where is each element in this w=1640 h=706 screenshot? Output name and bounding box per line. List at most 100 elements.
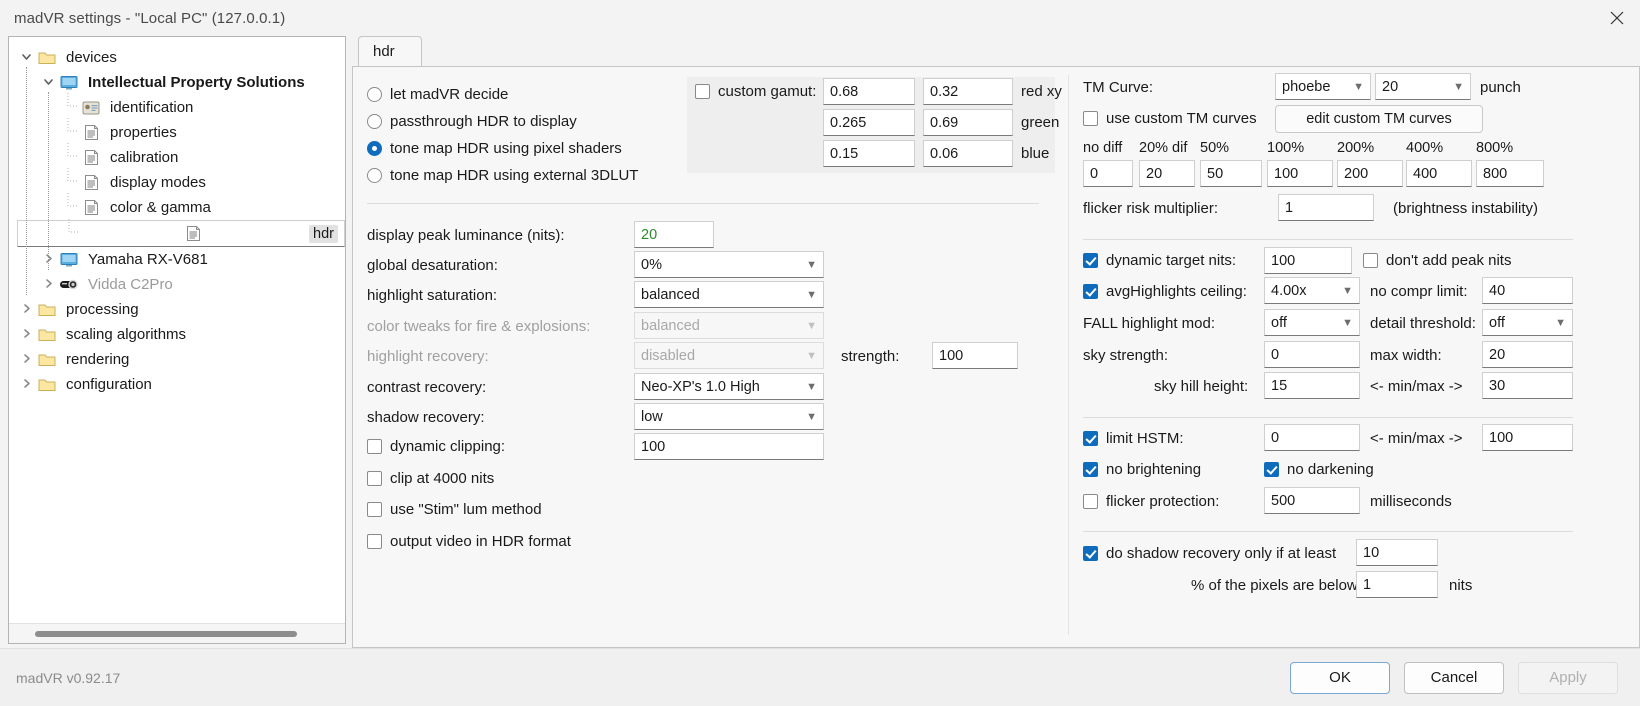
chevron-down-icon[interactable] [17,49,36,66]
output-hdr-format-row[interactable]: output video in HDR format [367,533,571,550]
tree-item-properties[interactable]: properties [17,120,345,145]
chevron-right-icon[interactable] [17,301,36,318]
gamut-red-x[interactable]: 0.68 [823,78,915,105]
hdr-mode-option-0[interactable]: let madVR decide [367,81,677,108]
dynamic-target-nits-checkbox[interactable] [1083,253,1098,268]
chevron-right-icon[interactable] [39,276,58,293]
tree-item-color-gamma[interactable]: color & gamma [17,195,345,220]
tm-column-input-2[interactable]: 50 [1200,160,1262,187]
cancel-button[interactable]: Cancel [1404,662,1504,694]
limit-hstm-min-input[interactable]: 0 [1264,424,1360,451]
dynamic-clipping-checkbox[interactable] [367,439,382,454]
radio-tone-map-pixel-shaders[interactable] [367,141,382,156]
use-custom-tm-curves-checkbox[interactable] [1083,111,1098,126]
no-brightening-checkbox[interactable] [1083,462,1098,477]
no-darkening-checkbox[interactable] [1264,462,1279,477]
chevron-down-icon[interactable] [39,74,58,91]
chevron-right-icon[interactable] [17,376,36,393]
tm-column-input-3[interactable]: 100 [1267,160,1333,187]
sky-hill-height-input[interactable]: 15 [1264,372,1360,399]
chevron-right-icon[interactable] [17,351,36,368]
dynamic-target-nits-input[interactable]: 100 [1264,247,1352,274]
radio-let-madvr-decide[interactable] [367,87,382,102]
tree-item-configuration[interactable]: configuration [17,372,345,397]
dont-add-peak-nits-row[interactable]: don't add peak nits [1363,252,1511,269]
stim-lum-method-row[interactable]: use "Stim" lum method [367,501,542,518]
strength-input[interactable]: 100 [932,342,1018,369]
tree-item-display-modes[interactable]: display modes [17,170,345,195]
clip-4000-nits-checkbox[interactable] [367,471,382,486]
tree-item-calibration[interactable]: calibration [17,145,345,170]
gamut-green-x[interactable]: 0.265 [823,109,915,136]
tree-item-vidda-c2pro[interactable]: Vidda C2Pro [17,272,345,297]
detail-threshold-select[interactable]: off ▼ [1482,309,1573,336]
tree-item-devices[interactable]: devices [17,45,345,70]
radio-passthrough-hdr[interactable] [367,114,382,129]
settings-tree[interactable]: devicesIntellectual Property Solutionsid… [9,37,345,623]
tree-horizontal-scrollbar[interactable] [9,623,345,643]
shadow-recovery-select[interactable]: low ▼ [634,403,824,430]
highlight-saturation-select[interactable]: balanced ▼ [634,281,824,308]
tree-item-processing[interactable]: processing [17,297,345,322]
tm-curve-amount-select[interactable]: 20 ▼ [1375,73,1471,100]
tree-item-hdr[interactable]: hdr [17,220,345,247]
tree-item-rendering[interactable]: rendering [17,347,345,372]
tree-item-scaling-algorithms[interactable]: scaling algorithms [17,322,345,347]
chevron-right-icon[interactable] [17,326,36,343]
hdr-mode-option-2[interactable]: tone map HDR using pixel shaders [367,135,677,162]
tab-hdr[interactable]: hdr [358,36,422,66]
no-brightening-row[interactable]: no brightening [1083,461,1201,478]
custom-gamut-checkbox-row[interactable]: custom gamut: [695,83,816,100]
flicker-risk-input[interactable]: 1 [1278,194,1374,221]
edit-custom-tm-curves-button[interactable]: edit custom TM curves [1275,105,1483,133]
stim-lum-method-checkbox[interactable] [367,502,382,517]
limit-hstm-row[interactable]: limit HSTM: [1083,430,1184,447]
hdr-mode-option-3[interactable]: tone map HDR using external 3DLUT [367,162,677,189]
pixels-below-input[interactable]: 1 [1356,571,1438,598]
max-width-input[interactable]: 20 [1482,341,1573,368]
gamut-red-y[interactable]: 0.32 [923,78,1013,105]
limit-hstm-max-input[interactable]: 100 [1482,424,1573,451]
shadow-recovery-gate-row[interactable]: do shadow recovery only if at least [1083,545,1336,562]
gamut-green-y[interactable]: 0.69 [923,109,1013,136]
avg-highlights-ceiling-row[interactable]: avgHighlights ceiling: [1083,283,1247,300]
clip-4000-nits-row[interactable]: clip at 4000 nits [367,470,494,487]
tm-column-input-0[interactable]: 0 [1083,160,1133,187]
sky-strength-input[interactable]: 0 [1264,341,1360,368]
no-compr-limit-input[interactable]: 40 [1482,277,1573,304]
shadow-recovery-gate-input[interactable]: 10 [1356,539,1438,566]
dynamic-target-nits-row[interactable]: dynamic target nits: [1083,252,1236,269]
ok-button[interactable]: OK [1290,662,1390,694]
flicker-protection-row[interactable]: flicker protection: [1083,493,1219,510]
tm-curve-select[interactable]: phoebe ▼ [1275,73,1371,100]
tree-item-identification[interactable]: identification [17,95,345,120]
dont-add-peak-nits-checkbox[interactable] [1363,253,1378,268]
shadow-recovery-gate-checkbox[interactable] [1083,546,1098,561]
dynamic-clipping-input[interactable]: 100 [634,433,824,460]
dynamic-clipping-row[interactable]: dynamic clipping: [367,438,505,455]
limit-hstm-checkbox[interactable] [1083,431,1098,446]
avg-highlights-ceiling-select[interactable]: 4.00x ▼ [1264,277,1360,304]
contrast-recovery-select[interactable]: Neo-XP's 1.0 High ▼ [634,373,824,400]
sky-hill-max-input[interactable]: 30 [1482,372,1573,399]
tree-item-yamaha-rx-v681[interactable]: Yamaha RX-V681 [17,247,345,272]
fall-highlight-mod-select[interactable]: off ▼ [1264,309,1360,336]
gamut-blue-x[interactable]: 0.15 [823,140,915,167]
global-desaturation-select[interactable]: 0% ▼ [634,251,824,278]
close-icon[interactable] [1594,0,1640,36]
hdr-mode-option-1[interactable]: passthrough HDR to display [367,108,677,135]
tm-column-input-4[interactable]: 200 [1337,160,1403,187]
tree-item-intellectual-property-solutions[interactable]: Intellectual Property Solutions [17,70,345,95]
radio-tone-map-3dlut[interactable] [367,168,382,183]
tm-column-input-5[interactable]: 400 [1406,160,1472,187]
flicker-protection-checkbox[interactable] [1083,494,1098,509]
tree-scrollbar-thumb[interactable] [35,631,297,637]
custom-gamut-checkbox[interactable] [695,84,710,99]
use-custom-tm-curves-row[interactable]: use custom TM curves [1083,110,1257,127]
gamut-blue-y[interactable]: 0.06 [923,140,1013,167]
output-hdr-format-checkbox[interactable] [367,534,382,549]
display-peak-luminance-input[interactable]: 20 [634,221,714,248]
no-darkening-row[interactable]: no darkening [1264,461,1374,478]
flicker-protection-input[interactable]: 500 [1264,487,1360,514]
tm-column-input-1[interactable]: 20 [1139,160,1195,187]
